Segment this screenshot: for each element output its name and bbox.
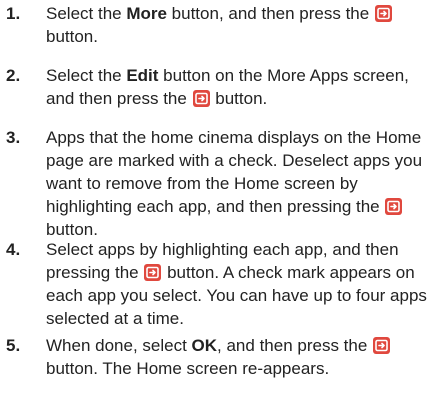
text-run: button.	[210, 89, 268, 108]
step-text: When done, select OK, and then press the…	[46, 334, 439, 380]
step-number: 1.	[6, 4, 21, 23]
text-run: When done, select	[46, 336, 192, 355]
text-run: button. The Home screen re-appears.	[46, 359, 330, 378]
enter-button-icon	[192, 90, 210, 107]
text-run: button.	[46, 27, 98, 46]
step-number: 2.	[6, 66, 21, 85]
enter-button-icon	[374, 5, 392, 22]
text-run: Select the	[46, 4, 127, 23]
step-text: Apps that the home cinema displays on th…	[46, 126, 439, 241]
bold-term: OK	[191, 336, 218, 355]
text-run: button.	[46, 220, 98, 239]
text-run: , and then press the	[217, 336, 373, 355]
bold-term: Edit	[126, 66, 159, 85]
enter-button-icon	[373, 337, 391, 354]
step-number: 4.	[6, 240, 21, 259]
text-run: Select the	[46, 66, 127, 85]
step-text: Select the More button, and then press t…	[46, 2, 439, 48]
enter-button-icon	[385, 198, 403, 215]
text-run: button, and then press the	[166, 4, 374, 23]
text-run: Apps that the home cinema displays on th…	[46, 128, 423, 216]
step-text: Select the Edit button on the More Apps …	[46, 64, 439, 110]
step-number: 3.	[6, 128, 21, 147]
step-text: Select apps by highlighting each app, an…	[46, 238, 439, 330]
enter-button-icon	[144, 264, 162, 281]
step-number: 5.	[6, 336, 21, 355]
bold-term: More	[126, 4, 167, 23]
